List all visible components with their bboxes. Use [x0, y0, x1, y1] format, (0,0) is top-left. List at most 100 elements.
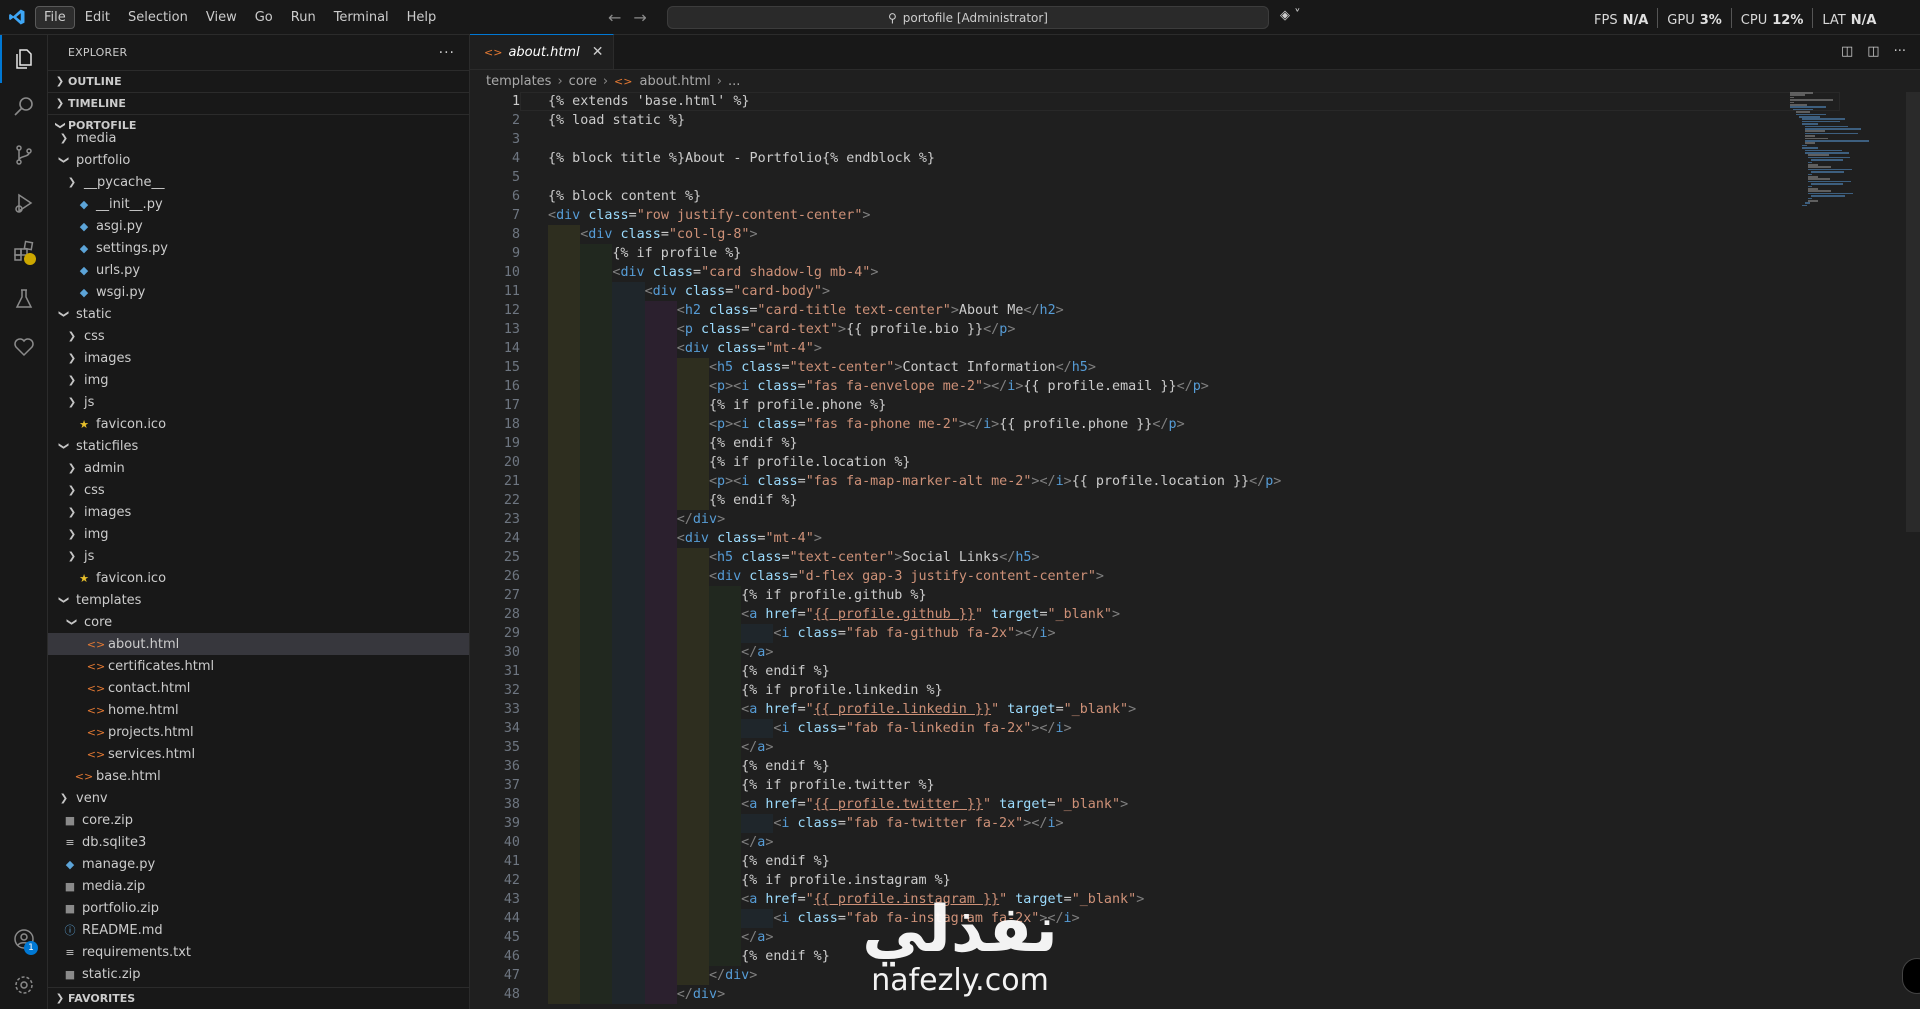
- menu-view[interactable]: View: [198, 7, 245, 28]
- file-item[interactable]: <> base.html: [48, 765, 469, 787]
- testing-icon[interactable]: [0, 275, 48, 323]
- folder-item[interactable]: ❯ media: [48, 127, 469, 149]
- minimap[interactable]: [1790, 92, 1910, 232]
- menu-selection[interactable]: Selection: [120, 7, 196, 28]
- file-item[interactable]: ■ media.zip: [48, 875, 469, 897]
- run-debug-icon[interactable]: [0, 179, 48, 227]
- line-content: {% if profile.instagram %}: [520, 871, 951, 890]
- file-item[interactable]: ■ core.zip: [48, 809, 469, 831]
- file-item[interactable]: ■ static.zip: [48, 963, 469, 985]
- file-item[interactable]: <> services.html: [48, 743, 469, 765]
- file-item[interactable]: ◆ __init__.py: [48, 193, 469, 215]
- folder-item[interactable]: ❯ js: [48, 391, 469, 413]
- file-item[interactable]: <> certificates.html: [48, 655, 469, 677]
- file-item[interactable]: <> about.html: [48, 633, 469, 655]
- line-content: {% if profile.github %}: [520, 586, 927, 605]
- line-number: 27: [503, 588, 520, 603]
- back-arrow-icon[interactable]: ←: [608, 8, 621, 27]
- file-item[interactable]: <> contact.html: [48, 677, 469, 699]
- more-actions-icon[interactable]: ···: [1894, 44, 1906, 59]
- forward-arrow-icon[interactable]: →: [633, 8, 646, 27]
- floating-scroll-button[interactable]: [1902, 958, 1920, 994]
- file-item[interactable]: ◆ asgi.py: [48, 215, 469, 237]
- explorer-icon[interactable]: [0, 35, 48, 83]
- timeline-section[interactable]: ❯ TIMELINE: [48, 92, 469, 114]
- current-line-highlight: [520, 92, 1840, 111]
- file-item[interactable]: <> projects.html: [48, 721, 469, 743]
- menu-terminal[interactable]: Terminal: [326, 7, 397, 28]
- folder-item[interactable]: ❯ images: [48, 501, 469, 523]
- file-item[interactable]: ★ favicon.ico: [48, 413, 469, 435]
- chevron-right-icon: ❯: [59, 792, 69, 804]
- menu-run[interactable]: Run: [283, 7, 324, 28]
- folder-item[interactable]: ❯ static: [48, 303, 469, 325]
- file-item[interactable]: ◆ manage.py: [48, 853, 469, 875]
- folder-item[interactable]: ❯ js: [48, 545, 469, 567]
- folder-item[interactable]: ❯ staticfiles: [48, 435, 469, 457]
- folder-item[interactable]: ❯ portfolio: [48, 149, 469, 171]
- file-item[interactable]: ◆ settings.py: [48, 237, 469, 259]
- search-icon[interactable]: [0, 83, 48, 131]
- watermark-logo: نفذلي nafezly.com: [850, 895, 1070, 1005]
- line-content: <p><i class="fas fa-phone me-2"></i>{{ p…: [520, 415, 1185, 434]
- vertical-scrollbar[interactable]: [1906, 92, 1920, 532]
- favorites-label: FAVORITES: [68, 992, 136, 1005]
- file-item[interactable]: <> home.html: [48, 699, 469, 721]
- line-number: 5: [511, 170, 520, 185]
- folder-item[interactable]: ❯ admin: [48, 457, 469, 479]
- line-number: 20: [503, 455, 520, 470]
- line-number: 2: [511, 113, 520, 128]
- folder-item[interactable]: ❯ img: [48, 523, 469, 545]
- breadcrumb-item[interactable]: about.html: [639, 74, 710, 89]
- folder-item[interactable]: ❯ css: [48, 325, 469, 347]
- command-center-search[interactable]: ⚲ portofile [Administrator]: [667, 6, 1269, 29]
- tree-item-label: portfolio.zip: [82, 900, 159, 916]
- html-file-icon: <>: [86, 747, 106, 761]
- folder-item[interactable]: ❯ venv: [48, 787, 469, 809]
- open-preview-icon[interactable]: ◫: [1841, 44, 1853, 59]
- file-item[interactable]: ≡ requirements.txt: [48, 941, 469, 963]
- file-item[interactable]: ◆ urls.py: [48, 259, 469, 281]
- line-number: 8: [511, 227, 520, 242]
- settings-gear-icon[interactable]: [0, 961, 48, 1009]
- line-content: <p class="card-text">{{ profile.bio }}</…: [520, 320, 1015, 339]
- menu-edit[interactable]: Edit: [77, 7, 118, 28]
- file-item[interactable]: ★ favicon.ico: [48, 567, 469, 589]
- zip-file-icon: ■: [64, 879, 76, 893]
- code-editor[interactable]: 1 {% extends 'base.html' %} 2 {% load stati…: [470, 92, 1920, 1009]
- breadcrumb-item[interactable]: ...: [728, 74, 740, 89]
- copilot-icon[interactable]: ◈ ˅: [1280, 8, 1301, 23]
- stat-label: GPU: [1667, 12, 1695, 28]
- tab-about-html[interactable]: <> about.html ✕: [470, 34, 615, 69]
- source-control-icon[interactable]: [0, 131, 48, 179]
- code-line: 38 <a href="{{ profile.twitter }}" target…: [470, 795, 1920, 814]
- folder-item[interactable]: ❯ css: [48, 479, 469, 501]
- breadcrumb-item[interactable]: templates: [486, 74, 551, 89]
- file-item[interactable]: ⓘ README.md: [48, 919, 469, 941]
- favorites-heart-icon[interactable]: [0, 323, 48, 371]
- close-icon[interactable]: ✕: [592, 44, 604, 60]
- menu-help[interactable]: Help: [399, 7, 445, 28]
- folder-item[interactable]: ❯ core: [48, 611, 469, 633]
- html-file-icon: <>: [74, 769, 94, 783]
- folder-item[interactable]: ❯ templates: [48, 589, 469, 611]
- python-file-icon: ◆: [79, 241, 89, 255]
- folder-item[interactable]: ❯ images: [48, 347, 469, 369]
- tree-item-label: services.html: [108, 746, 196, 762]
- breadcrumb-item[interactable]: core: [569, 74, 597, 89]
- file-item[interactable]: ≡ db.sqlite3: [48, 831, 469, 853]
- outline-section[interactable]: ❯ OUTLINE: [48, 70, 469, 92]
- folder-item[interactable]: ❯ img: [48, 369, 469, 391]
- menu-go[interactable]: Go: [247, 7, 281, 28]
- favorites-section[interactable]: ❯ FAVORITES: [48, 987, 469, 1009]
- file-item[interactable]: ■ portfolio.zip: [48, 897, 469, 919]
- file-item[interactable]: ◆ wsgi.py: [48, 281, 469, 303]
- split-editor-icon[interactable]: ◫: [1867, 44, 1879, 59]
- tree-item-label: favicon.ico: [96, 416, 167, 432]
- line-number: 24: [503, 531, 520, 546]
- folder-item[interactable]: ❯ __pycache__: [48, 171, 469, 193]
- menu-file[interactable]: File: [35, 5, 75, 29]
- accounts-icon[interactable]: 1: [0, 915, 48, 963]
- extensions-icon[interactable]: [0, 227, 48, 275]
- more-actions-icon[interactable]: ···: [439, 45, 455, 61]
